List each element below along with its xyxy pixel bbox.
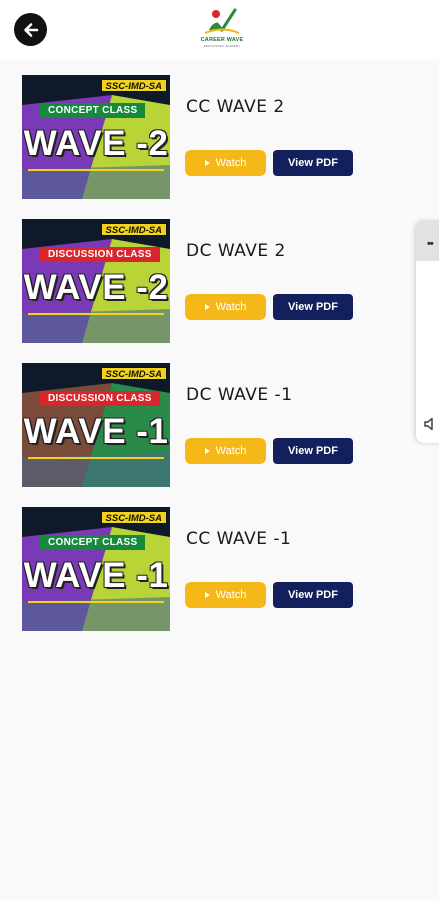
logo-figure-icon [204, 8, 240, 34]
top-bar: CAREER WAVE EDUCATIONAL ACADEMY [0, 0, 439, 60]
divider [28, 313, 164, 315]
logo-text: CAREER WAVE [200, 37, 244, 43]
watch-label: Watch [215, 445, 247, 457]
list-item: SSC-IMD-SA DISCUSSION CLASS WAVE -2 DC W… [22, 219, 422, 343]
video-title: CC WAVE -1 [186, 529, 292, 549]
play-icon [204, 160, 210, 166]
view-pdf-button[interactable]: View PDF [273, 294, 353, 320]
divider [28, 169, 164, 171]
divider [28, 601, 164, 603]
more-dots-icon[interactable]: •• [427, 238, 434, 250]
watch-label: Watch [215, 157, 247, 169]
arrow-left-icon [23, 22, 38, 37]
play-icon [204, 592, 210, 598]
play-icon [204, 448, 210, 454]
wave-label: WAVE -1 [23, 556, 169, 595]
play-icon [204, 304, 210, 310]
exam-tag: SSC-IMD-SA [100, 79, 167, 92]
back-button[interactable] [14, 13, 47, 46]
wave-label: WAVE -2 [23, 124, 169, 163]
video-title: CC WAVE 2 [186, 97, 285, 117]
video-thumbnail[interactable]: SSC-IMD-SA CONCEPT CLASS WAVE -1 [22, 507, 170, 631]
logo-subtext: EDUCATIONAL ACADEMY [203, 44, 241, 48]
watch-button[interactable]: Watch [185, 150, 266, 176]
class-label: DISCUSSION CLASS [40, 391, 160, 406]
list-item: SSC-IMD-SA CONCEPT CLASS WAVE -2 CC WAVE… [22, 75, 422, 199]
watch-button[interactable]: Watch [185, 294, 266, 320]
exam-tag: SSC-IMD-SA [100, 223, 167, 236]
watch-label: Watch [215, 301, 247, 313]
video-thumbnail[interactable]: SSC-IMD-SA DISCUSSION CLASS WAVE -1 [22, 363, 170, 487]
watch-button[interactable]: Watch [185, 582, 266, 608]
class-label: DISCUSSION CLASS [40, 247, 160, 262]
wave-label: WAVE -1 [23, 412, 169, 451]
video-title: DC WAVE -1 [186, 385, 293, 405]
career-wave-logo: CAREER WAVE EDUCATIONAL ACADEMY [195, 6, 249, 54]
video-title: DC WAVE 2 [186, 241, 286, 261]
wave-label: WAVE -2 [23, 268, 169, 307]
divider [28, 457, 164, 459]
watch-label: Watch [215, 589, 247, 601]
view-pdf-button[interactable]: View PDF [273, 150, 353, 176]
view-pdf-button[interactable]: View PDF [273, 582, 353, 608]
video-thumbnail[interactable]: SSC-IMD-SA DISCUSSION CLASS WAVE -2 [22, 219, 170, 343]
speaker-icon[interactable] [423, 416, 439, 437]
class-label: CONCEPT CLASS [40, 103, 146, 118]
exam-tag: SSC-IMD-SA [100, 511, 167, 524]
side-panel-handle[interactable]: •• [416, 221, 439, 261]
watch-button[interactable]: Watch [185, 438, 266, 464]
floating-side-panel[interactable]: •• [416, 221, 439, 443]
exam-tag: SSC-IMD-SA [100, 367, 167, 380]
view-pdf-label: View PDF [288, 445, 338, 457]
view-pdf-label: View PDF [288, 589, 338, 601]
video-thumbnail[interactable]: SSC-IMD-SA CONCEPT CLASS WAVE -2 [22, 75, 170, 199]
class-label: CONCEPT CLASS [40, 535, 146, 550]
list-item: SSC-IMD-SA CONCEPT CLASS WAVE -1 CC WAVE… [22, 507, 422, 631]
view-pdf-label: View PDF [288, 157, 338, 169]
view-pdf-label: View PDF [288, 301, 338, 313]
view-pdf-button[interactable]: View PDF [273, 438, 353, 464]
list-item: SSC-IMD-SA DISCUSSION CLASS WAVE -1 DC W… [22, 363, 422, 487]
